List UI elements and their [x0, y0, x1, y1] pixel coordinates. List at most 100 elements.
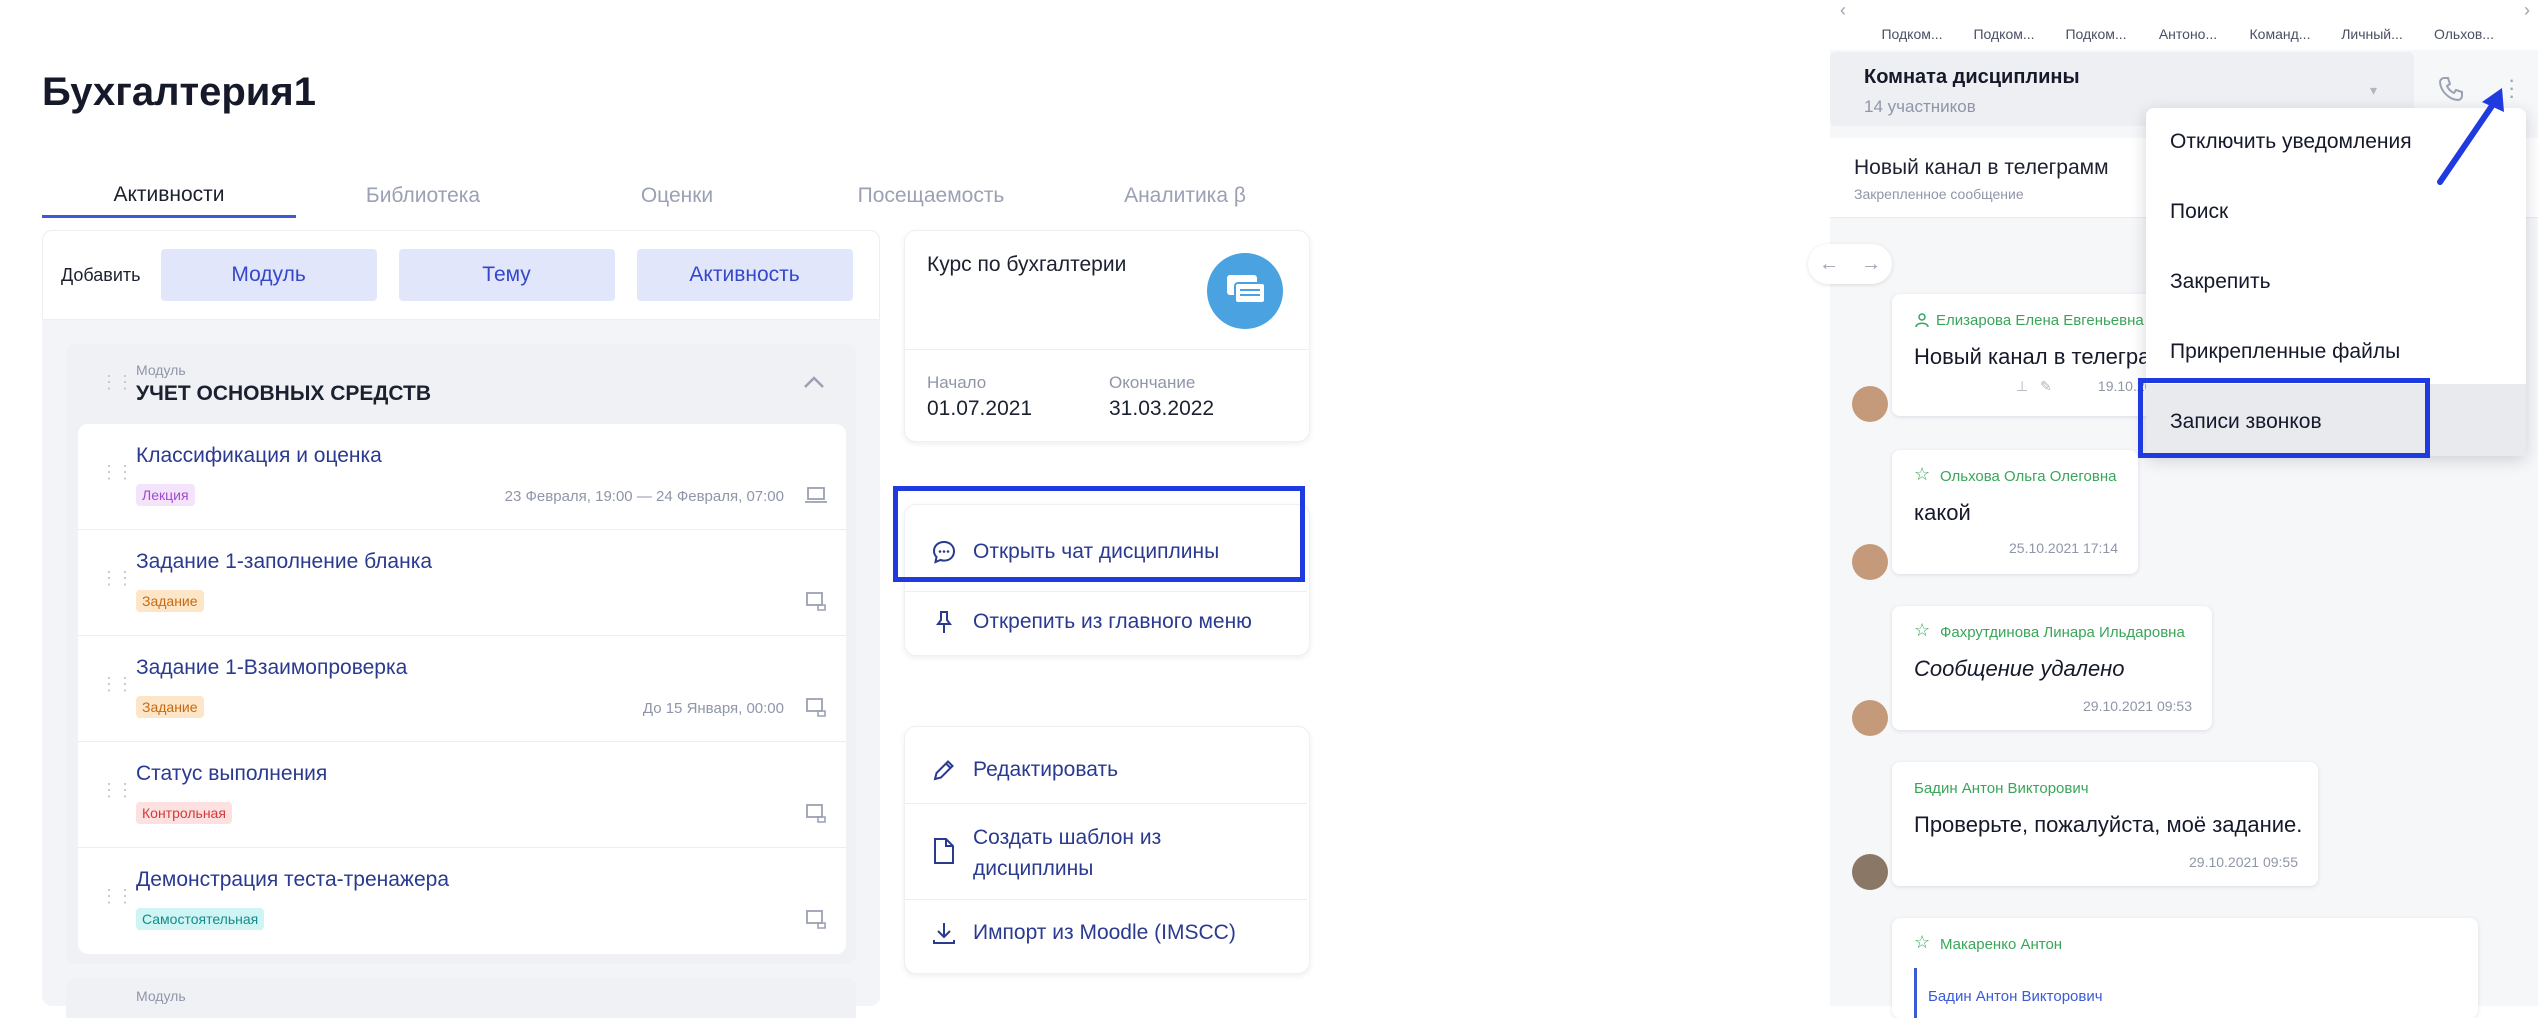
list-item[interactable]: ⋮⋮ Задание 1-Взаимопроверка Задание До 1… [78, 636, 846, 742]
pencil-icon: ✎ [2040, 378, 2052, 394]
assignment-icon [806, 698, 826, 717]
drag-handle-icon[interactable]: ⋮⋮ [100, 569, 134, 587]
message-author: Бадин Антон Викторович [1914, 780, 2089, 797]
drag-handle-icon[interactable]: ⋮⋮ [100, 373, 134, 391]
avatar [1852, 386, 1888, 422]
chevron-right-icon[interactable]: › [2524, 0, 2530, 21]
tab-grades[interactable]: Оценки [550, 174, 804, 218]
chevron-left-icon[interactable]: ‹ [1840, 0, 1846, 21]
module-small-label: Модуль [136, 362, 186, 378]
drag-handle-icon[interactable]: ⋮⋮ [100, 887, 134, 905]
chat-message[interactable]: Бадин Антон Викторович Проверьте, пожалу… [1892, 762, 2318, 886]
tab-library[interactable]: Библиотека [296, 174, 550, 218]
quoted-author: Бадин Антон Викторович [1928, 988, 2103, 1005]
avatar [1852, 854, 1888, 890]
create-template-label-line1: Создать шаблон из [973, 826, 1162, 849]
item-badge: Задание [136, 696, 204, 718]
module-header: Модуль УЧЕТ ОСНОВНЫХ СРЕДСТВ [136, 362, 431, 406]
tab-analytics[interactable]: Аналитика β [1058, 174, 1312, 218]
menu-item-pin[interactable]: Закрепить [2170, 270, 2271, 294]
arrow-left-icon[interactable]: ← [1819, 253, 1839, 276]
module-name: УЧЕТ ОСНОВНЫХ СРЕДСТВ [136, 382, 431, 405]
avatar [1852, 700, 1888, 736]
menu-item-files[interactable]: Прикрепленные файлы [2170, 340, 2400, 364]
page-title: Бухгалтерия1 [42, 70, 316, 114]
highlight-box [2138, 378, 2430, 458]
item-title[interactable]: Задание 1-Взаимопроверка [136, 656, 407, 680]
assignment-icon [806, 910, 826, 929]
message-text: Проверьте, пожалуйста, моё задание. [1914, 812, 2303, 837]
course-info-card: Курс по бухгалтерии Начало 01.07.2021 Ок… [904, 230, 1310, 442]
message-author: Ольхова Ольга Олеговна [1940, 468, 2117, 485]
drag-handle-icon[interactable]: ⋮⋮ [100, 463, 134, 481]
tab-attendance[interactable]: Посещаемость [804, 174, 1058, 218]
item-title[interactable]: Классификация и оценка [136, 444, 382, 468]
add-module-button[interactable]: Модуль [160, 249, 377, 301]
list-item[interactable]: ⋮⋮ Задание 1-заполнение бланка Задание [78, 530, 846, 636]
message-text: Новый канал в телегра [1914, 344, 2151, 369]
drag-handle-icon[interactable]: ⋮⋮ [100, 675, 134, 693]
chat-avatar-label[interactable]: Подком... [1958, 26, 2050, 50]
add-topic-button[interactable]: Тему [398, 249, 615, 301]
arrow-right-icon[interactable]: → [1861, 253, 1881, 276]
chevron-up-icon[interactable] [802, 374, 826, 390]
message-time: 29.10.2021 09:53 [2083, 698, 2192, 714]
item-title[interactable]: Задание 1-заполнение бланка [136, 550, 432, 574]
chat-avatar-label[interactable]: Команд... [2234, 26, 2326, 50]
manage-actions-card: Редактировать Создать шаблон из дисципли… [904, 726, 1310, 974]
menu-item-search[interactable]: Поиск [2170, 200, 2228, 224]
pin-icon [936, 610, 952, 633]
chat-message[interactable]: Фахрутдинова Линара Ильдаровна ☆ Сообщен… [1892, 606, 2212, 730]
chat-avatar-label[interactable]: Подком... [2050, 26, 2142, 50]
list-item[interactable]: ⋮⋮ Статус выполнения Контрольная [78, 742, 846, 848]
start-date: 01.07.2021 [927, 397, 1033, 420]
course-chat-icon [1207, 253, 1283, 329]
import-moodle-button[interactable]: Импорт из Moodle (IMSCC) [905, 899, 1307, 965]
message-author: Фахрутдинова Линара Ильдаровна [1940, 624, 2185, 641]
list-item[interactable]: ⋮⋮ Классификация и оценка Лекция 23 Февр… [78, 424, 846, 530]
item-badge: Контрольная [136, 802, 232, 824]
laptop-icon [805, 487, 827, 503]
chevron-down-icon[interactable]: ▾ [2370, 82, 2377, 99]
message-time: 25.10.2021 17:14 [2009, 540, 2118, 556]
room-title: Комната дисциплины [1864, 66, 2080, 88]
arrow-annotation-icon [2437, 88, 2504, 185]
message-author: Елизарова Елена Евгеньевна [1936, 312, 2144, 329]
next-module-card: Модуль [66, 978, 856, 1018]
user-icon [1915, 313, 1929, 328]
chat-message[interactable]: ☆ Макаренко Антон Бадин Антон Викторович [1892, 918, 2478, 1018]
item-badge: Лекция [136, 484, 195, 506]
item-title[interactable]: Демонстрация теста-тренажера [136, 868, 449, 892]
unpin-label: Открепить из главного меню [973, 609, 1252, 633]
unpin-button[interactable]: Открепить из главного меню [905, 591, 1307, 651]
tab-activities[interactable]: Активности [42, 174, 296, 218]
chat-avatar-label[interactable]: Личный... [2326, 26, 2418, 50]
chat-avatar-label[interactable]: Антоно... [2142, 26, 2234, 50]
module-items: ⋮⋮ Классификация и оценка Лекция 23 Февр… [78, 424, 846, 954]
chat-avatar-row: Подком... Подком... Подком... Антоно... … [1830, 0, 2538, 50]
edit-label: Редактировать [973, 758, 1119, 781]
item-badge: Самостоятельная [136, 908, 265, 930]
chat-avatar-label[interactable]: Ольхов... [2418, 26, 2510, 50]
star-icon: ☆ [1914, 464, 1931, 484]
list-item[interactable]: ⋮⋮ Демонстрация теста-тренажера Самостоя… [78, 848, 846, 954]
quote-bar [1914, 968, 1917, 1018]
nav-arrows[interactable]: ← → [1808, 244, 1892, 284]
edit-button[interactable]: Редактировать [905, 737, 1307, 803]
start-label: Начало [927, 373, 987, 392]
drag-handle-icon[interactable]: ⋮⋮ [100, 781, 134, 799]
item-date: 23 Февраля, 19:00 — 24 Февраля, 07:00 [504, 488, 784, 505]
create-template-button[interactable]: Создать шаблон из дисциплины [905, 803, 1307, 899]
add-label: Добавить [61, 264, 141, 285]
download-icon [933, 922, 955, 944]
message-text: Сообщение удалено [1914, 656, 2125, 681]
message-author: Макаренко Антон [1940, 936, 2063, 953]
item-title[interactable]: Статус выполнения [136, 762, 327, 786]
chat-avatar-label[interactable]: Подком... [1866, 26, 1958, 50]
module-small-label: Модуль [136, 988, 186, 1004]
chat-message[interactable]: Ольхова Ольга Олеговна ☆ какой 25.10.202… [1892, 450, 2138, 574]
add-activity-button[interactable]: Активность [636, 249, 853, 301]
document-icon [934, 838, 954, 864]
assignment-icon [806, 804, 826, 823]
menu-item-mute[interactable]: Отключить уведомления [2170, 130, 2412, 154]
